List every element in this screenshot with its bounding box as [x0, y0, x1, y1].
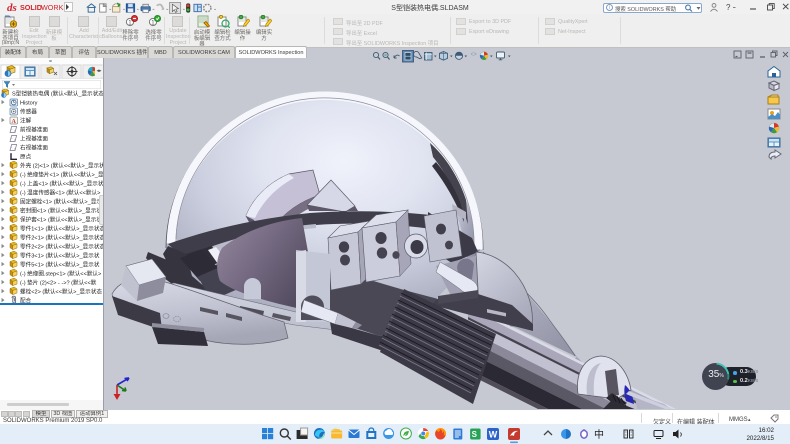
svg-text:上视基准面: 上视基准面 — [20, 135, 48, 143]
svg-text:?: ? — [726, 3, 731, 12]
svg-text:S: S — [472, 430, 478, 439]
svg-text:外壳 (2)<1> (默认<<默认>_显示状: 外壳 (2)<1> (默认<<默认>_显示状 — [20, 162, 103, 170]
svg-text:S型铠装热电偶 (默认<默认_显示状态-1: S型铠装热电偶 (默认<默认_显示状态-1 — [12, 90, 103, 98]
svg-text:传感器: 传感器 — [20, 108, 37, 116]
svg-text:(-) 温度传感器<1> (默认<<默认>_: (-) 温度传感器<1> (默认<<默认>_ — [20, 189, 103, 197]
svg-text:(-) 绝缘圈.step<1> (默认<<默认>: (-) 绝缘圈.step<1> (默认<<默认> — [20, 270, 101, 278]
svg-text:SOLID: SOLID — [20, 3, 42, 12]
svg-text:零件2<2> (默认<<默认>_显示状态: 零件2<2> (默认<<默认>_显示状态 — [20, 243, 103, 251]
svg-text:注解: 注解 — [20, 117, 32, 125]
svg-text:保护套<1> (默认<<默认>_显示状: 保护套<1> (默认<<默认>_显示状 — [20, 216, 102, 224]
svg-text:螺栓<2> (默认<<默认>_显示状态: 螺栓<2> (默认<<默认>_显示状态 — [20, 288, 102, 296]
svg-text:原点: 原点 — [20, 154, 32, 161]
svg-text:零件3<1> (默认<<默认>_显示状: 零件3<1> (默认<<默认>_显示状 — [20, 252, 100, 260]
svg-text:前视基准面: 前视基准面 — [20, 126, 48, 134]
svg-text:(-) 上盖<1> (默认<<默认>_显示状: (-) 上盖<1> (默认<<默认>_显示状 — [20, 180, 103, 188]
svg-text:(-) 垫片 (2)<2> - ->? (默认<<默: (-) 垫片 (2)<2> - ->? (默认<<默 — [20, 279, 97, 287]
svg-text:(-) 绝缘垫片<1> (默认<<默认>_显: (-) 绝缘垫片<1> (默认<<默认>_显 — [20, 171, 103, 179]
svg-text:固定螺栓<1> (默认<<默认>_显示: 固定螺栓<1> (默认<<默认>_显示 — [20, 198, 102, 206]
svg-text:零件2<1> (默认<<默认>_显示状态: 零件2<1> (默认<<默认>_显示状态 — [20, 234, 103, 242]
svg-text:零件5<1> (默认<<默认>_显示状: 零件5<1> (默认<<默认>_显示状 — [20, 261, 100, 269]
svg-text:ds: ds — [7, 2, 17, 13]
svg-text:W: W — [489, 430, 498, 440]
svg-text:零件1<1> (默认<<默认>_显示状态: 零件1<1> (默认<<默认>_显示状态 — [20, 225, 103, 233]
svg-text:中: 中 — [594, 428, 604, 441]
svg-text:A: A — [12, 119, 17, 125]
svg-text:History: History — [20, 101, 38, 107]
svg-text:右视基准面: 右视基准面 — [20, 144, 48, 152]
svg-text:密封圈<1> (默认<<默认>_显示状: 密封圈<1> (默认<<默认>_显示状 — [20, 207, 102, 215]
